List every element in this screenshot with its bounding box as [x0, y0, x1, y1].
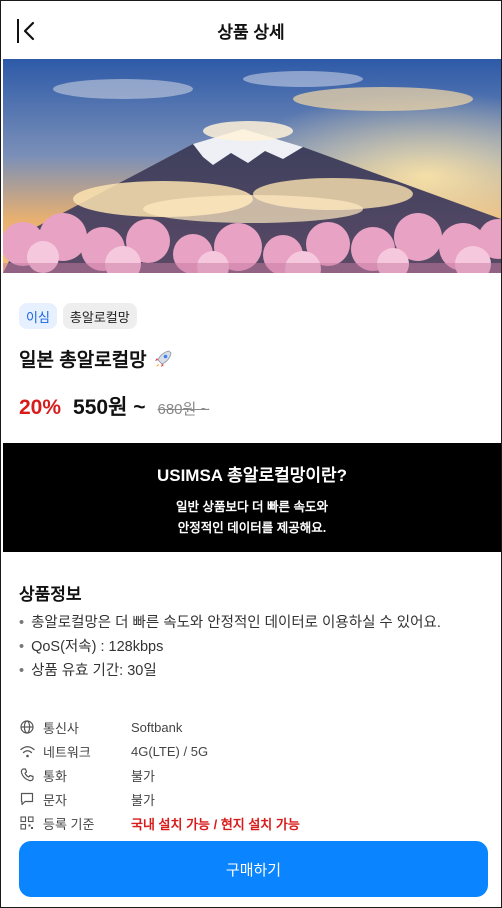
spec-label: 통신사 [43, 720, 79, 736]
product-hero-image [3, 59, 501, 273]
message-icon [19, 791, 35, 807]
price-row: 20% 550원 ~ 680원 ~ [19, 391, 209, 421]
spec-value: 불가 [131, 768, 155, 784]
app-frame: 상품 상세 이심 총알로컬망 일본 총알로컬망 20% 550원 ~ 680원 … [0, 0, 502, 908]
spec-value: 불가 [131, 792, 155, 808]
spec-sms: 문자 불가 [19, 787, 483, 811]
spec-network: 네트워크 4G(LTE) / 5G [19, 739, 483, 763]
sale-price: 550원 ~ [73, 396, 146, 419]
section-title-product-info: 상품정보 [19, 585, 82, 604]
product-name-text: 일본 총알로컬망 [19, 350, 147, 371]
tag-esim: 이심 [19, 303, 57, 329]
spec-value: Softbank [131, 719, 183, 735]
spec-list: 통신사 Softbank 네트워크 4G(LTE) / 5G 통화 불가 문자 … [19, 715, 483, 835]
chevron-left-icon [23, 21, 35, 41]
product-tags: 이심 총알로컬망 [19, 303, 137, 329]
list-item: • QoS(저속) : 128kbps [19, 639, 164, 655]
spec-call: 통화 불가 [19, 763, 483, 787]
divider [17, 19, 19, 43]
wifi-icon [19, 743, 35, 759]
tag-network: 총알로컬망 [62, 303, 137, 329]
spec-value: 국내 설치 가능 / 현지 설치 가능 [131, 816, 300, 832]
spec-registration: 등록 기준 국내 설치 가능 / 현지 설치 가능 [19, 811, 483, 835]
list-item: • 총알로컬망은 더 빠른 속도와 안정적인 데이터로 이용하실 수 있어요. [19, 615, 441, 631]
globe-icon [19, 719, 35, 735]
phone-icon [19, 767, 35, 783]
product-name: 일본 총알로컬망 [19, 345, 173, 372]
list-item: • 상품 유효 기간: 30일 [19, 663, 157, 679]
info-bullet-list: • 총알로컬망은 더 빠른 속도와 안정적인 데이터로 이용하실 수 있어요. •… [19, 611, 483, 683]
banner-line: 안정적인 데이터를 제공해요. [177, 521, 327, 535]
discount-rate: 20% [19, 396, 62, 419]
spec-label: 문자 [43, 792, 67, 808]
banner-line: 일반 상품보다 더 빠른 속도와 [176, 500, 328, 514]
spec-label: 네트워크 [43, 744, 91, 760]
back-button[interactable] [17, 18, 41, 44]
page-title: 상품 상세 [217, 22, 285, 42]
spec-label: 등록 기준 [43, 816, 95, 832]
app-header: 상품 상세 [1, 1, 501, 59]
buy-button[interactable]: 구매하기 [19, 841, 488, 897]
original-price: 680원 ~ [157, 401, 210, 418]
qr-icon [19, 815, 35, 831]
spec-label: 통화 [43, 768, 67, 784]
spec-carrier: 통신사 Softbank [19, 715, 483, 739]
spec-value: 4G(LTE) / 5G [131, 743, 209, 759]
promo-banner: USIMSA 총알로컬망이란? 일반 상품보다 더 빠른 속도와 안정적인 데이… [3, 443, 501, 552]
banner-headline: USIMSA 총알로컬망이란? [156, 466, 348, 485]
rocket-icon [154, 350, 172, 367]
